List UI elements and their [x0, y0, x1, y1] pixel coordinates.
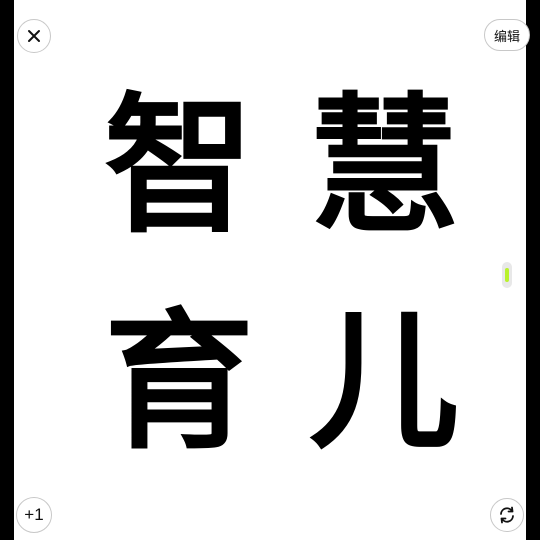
scroll-indicator[interactable] [502, 262, 512, 288]
text-char-1: 智 [103, 80, 254, 254]
close-button[interactable] [17, 19, 51, 53]
text-char-4: 儿 [308, 296, 459, 470]
text-char-2: 慧 [308, 80, 459, 254]
image-canvas: 智 慧 育 儿 [14, 0, 526, 540]
rotate-icon [500, 506, 514, 524]
rotate-button[interactable] [490, 498, 524, 532]
scroll-thumb [505, 268, 509, 282]
text-char-3: 育 [103, 296, 254, 470]
edit-button[interactable]: 编辑 [484, 19, 530, 51]
close-icon [28, 30, 40, 42]
plus-one-button[interactable]: +1 [16, 497, 52, 533]
